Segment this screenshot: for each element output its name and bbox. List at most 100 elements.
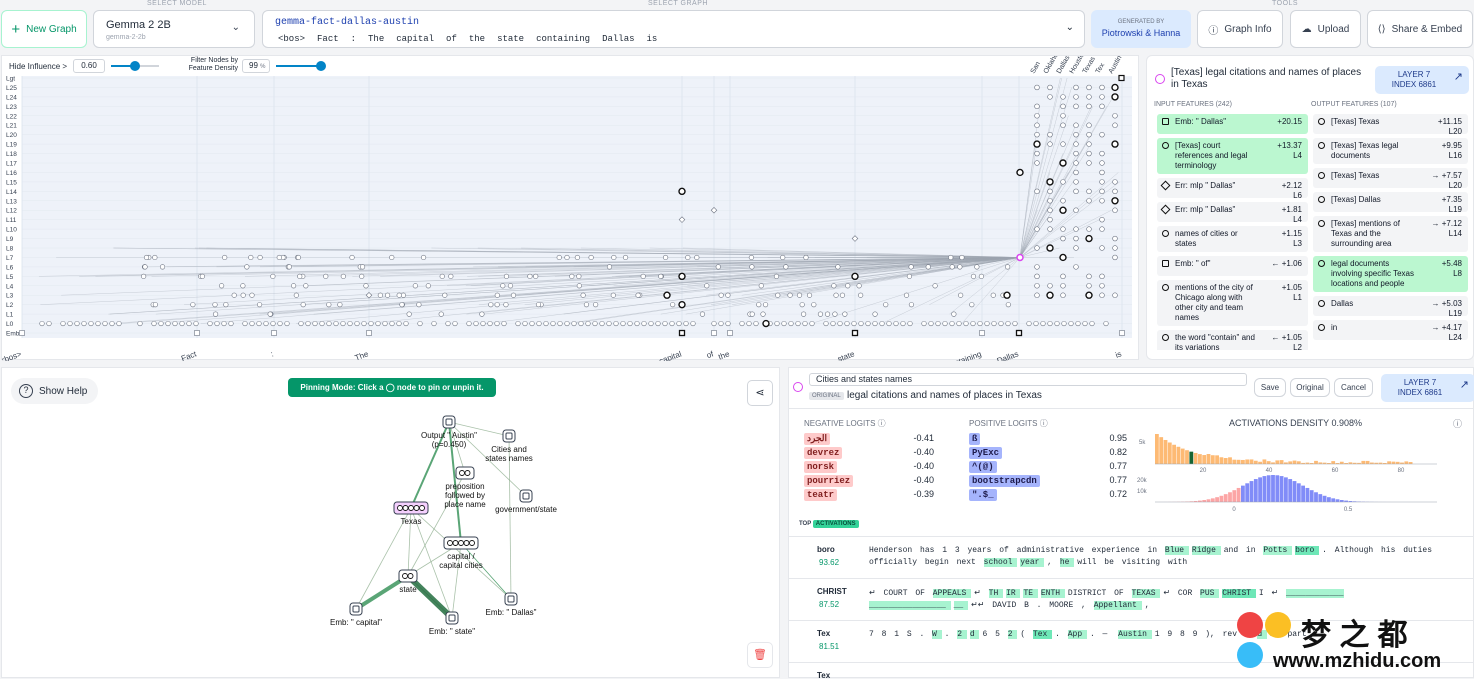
graph-node xyxy=(1087,283,1092,288)
graph-select[interactable]: gemma-fact-dallas-austin <bos>Fact:Theca… xyxy=(262,10,1085,48)
graph-node xyxy=(271,321,276,326)
original-button[interactable]: Original xyxy=(1290,378,1330,397)
x-token-label: capital xyxy=(658,349,683,361)
attribution-graph-svg[interactable]: LgtL25L24L23L22L21L20L19L18L17L16L15L14L… xyxy=(2,56,1140,361)
feature-row[interactable]: Emb: " Dallas"+20.15 xyxy=(1157,114,1308,134)
layer-index-button[interactable]: LAYER 7 INDEX 6861 ↗ xyxy=(1381,374,1474,402)
cancel-button[interactable]: Cancel xyxy=(1334,378,1373,397)
feature-row[interactable]: [Texas] Texas→ +7.57L20 xyxy=(1313,168,1468,188)
graph-node xyxy=(873,312,878,317)
graph-node xyxy=(1055,321,1060,326)
x-token-label: is xyxy=(1114,349,1123,359)
hist-bar xyxy=(1297,483,1301,502)
activation-value: 81.51 xyxy=(819,642,839,651)
graph-node xyxy=(557,255,562,260)
hist-bar xyxy=(1288,461,1292,464)
feature-row[interactable]: Dallas→ +5.03L19 xyxy=(1313,296,1468,316)
graph-node xyxy=(143,265,148,270)
logit-token: ^(@) xyxy=(969,461,997,473)
hist-bar xyxy=(1336,499,1340,502)
graph-node xyxy=(516,321,521,326)
prompt-token[interactable]: state xyxy=(494,33,527,45)
upload-button[interactable]: ☁Upload xyxy=(1290,10,1361,48)
prompt-token[interactable]: capital xyxy=(393,33,437,45)
feature-layer: L19 xyxy=(1432,309,1462,319)
new-graph-button[interactable]: +New Graph xyxy=(1,10,87,48)
node-icon xyxy=(1318,196,1325,203)
graph-node xyxy=(579,321,584,326)
layer-index-button[interactable]: LAYER 7 INDEX 6861 ↗ xyxy=(1375,66,1469,94)
graph-node xyxy=(749,255,754,260)
graph-node xyxy=(1061,236,1066,241)
graph-node xyxy=(664,292,670,298)
graph-node xyxy=(528,274,533,279)
prompt-token[interactable]: the xyxy=(466,33,488,45)
graph-node xyxy=(1113,246,1118,251)
prompt-token[interactable]: <bos> xyxy=(275,33,308,45)
feature-row[interactable]: Emb: " of"← +1.06 xyxy=(1157,256,1308,276)
graph-node xyxy=(397,293,402,298)
graph-node xyxy=(180,321,185,326)
graph-node xyxy=(558,321,563,326)
activation-context: ________________ __ ↵↵ DAVID B . MOORE ,… xyxy=(869,600,1153,610)
logit-row: الجرد-0.41 xyxy=(804,432,934,445)
graph-node xyxy=(1074,161,1079,166)
graph-node xyxy=(1048,85,1053,90)
prompt-token[interactable]: The xyxy=(365,33,387,45)
feature-row[interactable]: in→ +4.17L24 xyxy=(1313,320,1468,340)
prompt-token[interactable]: Fact xyxy=(314,33,342,45)
feature-row[interactable]: [Texas] Texas legal documents+9.95L16 xyxy=(1313,138,1468,164)
feature-row[interactable]: [Texas] mentions of Texas and the surrou… xyxy=(1313,216,1468,252)
graph-node xyxy=(508,283,513,288)
graph-node xyxy=(909,302,914,307)
feature-row[interactable]: [Texas] court references and legal termi… xyxy=(1157,138,1308,174)
graph-node xyxy=(1074,94,1079,99)
prompt-token[interactable]: of xyxy=(443,33,460,45)
graph-node xyxy=(970,302,975,307)
feature-row[interactable]: [Texas] Dallas+7.35L19 xyxy=(1313,192,1468,212)
feature-label: mentions of the city of Chicago along wi… xyxy=(1175,283,1260,323)
graph-info-button[interactable]: ⓘGraph Info xyxy=(1197,10,1283,48)
watermark-url: www.mzhidu.com xyxy=(1273,650,1441,673)
graph-node xyxy=(442,293,447,298)
model-select[interactable]: Gemma 2 2B gemma-2-2b ⌄ xyxy=(93,10,255,48)
graph-node xyxy=(1087,142,1092,147)
share-button[interactable]: ⟨⟩Share & Embed xyxy=(1367,10,1473,48)
graph-node xyxy=(985,321,990,326)
feature-row[interactable]: the word "contain" and its variations← +… xyxy=(1157,330,1308,350)
graph-node xyxy=(306,321,311,326)
graph-node xyxy=(1090,321,1095,326)
embedding-node xyxy=(853,331,858,336)
logit-value: -0.40 xyxy=(913,461,934,471)
graph-node xyxy=(1100,85,1105,90)
feature-row[interactable]: [Texas] Texas+11.15L20 xyxy=(1313,114,1468,134)
index-label: INDEX 6861 xyxy=(1391,388,1449,398)
node-icon xyxy=(1162,118,1169,125)
feature-row[interactable]: mentions of the city of Chicago along wi… xyxy=(1157,280,1308,326)
node-icon xyxy=(1318,260,1325,267)
output-features-header: OUTPUT FEATURES (107) xyxy=(1311,101,1397,108)
logit-value: -0.41 xyxy=(913,433,934,443)
subgraph-svg[interactable]: Output " Austin"(p=0.450)Cities andstate… xyxy=(2,368,781,679)
prompt-token[interactable]: : xyxy=(348,33,359,45)
graph-node xyxy=(1061,198,1066,203)
prompt-token[interactable]: Dallas xyxy=(599,33,637,45)
subgraph-panel: ?Show Help Pinning Mode: Click a ◯ node … xyxy=(1,367,780,678)
feature-row[interactable]: Err: mlp " Dallas"+1.81L4 xyxy=(1157,202,1308,222)
feature-name-input[interactable]: Cities and states names xyxy=(809,373,1247,386)
graph-node xyxy=(1041,321,1046,326)
graph-node xyxy=(213,312,218,317)
prompt-token[interactable]: containing xyxy=(533,33,593,45)
activation-row[interactable]: boro93.62Henderson has 1 3 years of admi… xyxy=(789,536,1474,578)
graph-node xyxy=(271,274,276,279)
hist-bar xyxy=(1220,457,1224,464)
layer-label: L7 xyxy=(6,255,14,262)
feature-row[interactable]: names of cities or states+1.15L3 xyxy=(1157,226,1308,252)
graph-node xyxy=(1112,198,1118,204)
feature-row[interactable]: legal documents involving specific Texas… xyxy=(1313,256,1468,292)
feature-row[interactable]: Err: mlp " Dallas"+2.12L6 xyxy=(1157,178,1308,198)
graph-node xyxy=(208,321,213,326)
graph-node xyxy=(296,255,301,260)
prompt-token[interactable]: is xyxy=(644,33,661,45)
save-button[interactable]: Save xyxy=(1254,378,1286,397)
